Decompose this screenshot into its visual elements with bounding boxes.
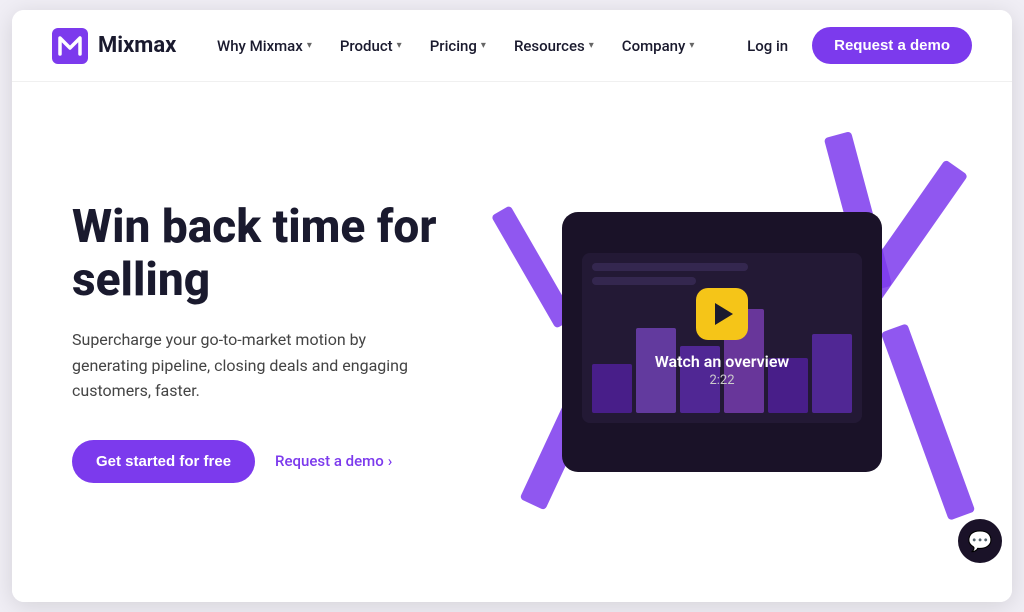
play-overlay[interactable]: Watch an overview 2:22 (582, 253, 862, 423)
nav-item-product[interactable]: Product ▾ (328, 29, 414, 63)
nav-item-why-mixmax[interactable]: Why Mixmax ▾ (205, 29, 324, 63)
browser-frame: Mixmax Why Mixmax ▾ Product ▾ Pricing ▾ (12, 10, 1012, 602)
laptop-screen: Watch an overview 2:22 (582, 253, 862, 423)
video-card[interactable]: Watch an overview 2:22 (562, 212, 882, 472)
hero-right: Watch an overview 2:22 (492, 142, 952, 542)
navbar: Mixmax Why Mixmax ▾ Product ▾ Pricing ▾ (12, 10, 1012, 82)
hero-title: Win back time for selling (72, 201, 492, 307)
get-started-button[interactable]: Get started for free (72, 440, 255, 483)
hero-section: Win back time for selling Supercharge yo… (12, 82, 1012, 602)
ribbon-decoration-3 (881, 323, 976, 521)
chevron-down-icon: ▾ (307, 40, 312, 51)
video-duration: 2:22 (709, 373, 734, 388)
chevron-down-icon: ▾ (589, 40, 594, 51)
hero-ctas: Get started for free Request a demo › (72, 440, 492, 483)
nav-item-resources[interactable]: Resources ▾ (502, 29, 606, 63)
request-demo-link[interactable]: Request a demo › (275, 452, 392, 470)
chevron-down-icon: ▾ (689, 40, 694, 51)
chat-icon: 💬 (968, 529, 993, 553)
nav-actions: Log in Request a demo (735, 27, 972, 64)
hero-subtitle: Supercharge your go-to-market motion by … (72, 327, 442, 404)
chevron-down-icon: ▾ (397, 40, 402, 51)
play-button[interactable] (696, 288, 748, 340)
request-demo-button[interactable]: Request a demo (812, 27, 972, 64)
video-label: Watch an overview (655, 352, 789, 371)
hero-left: Win back time for selling Supercharge yo… (72, 201, 492, 483)
nav-item-company[interactable]: Company ▾ (610, 29, 707, 63)
chevron-down-icon: ▾ (481, 40, 486, 51)
login-link[interactable]: Log in (735, 29, 800, 63)
logo[interactable]: Mixmax (52, 28, 176, 64)
nav-item-pricing[interactable]: Pricing ▾ (418, 29, 498, 63)
logo-text: Mixmax (98, 33, 176, 58)
nav-links: Why Mixmax ▾ Product ▾ Pricing ▾ Resourc… (205, 29, 706, 63)
chat-bubble[interactable]: 💬 (958, 519, 1002, 563)
